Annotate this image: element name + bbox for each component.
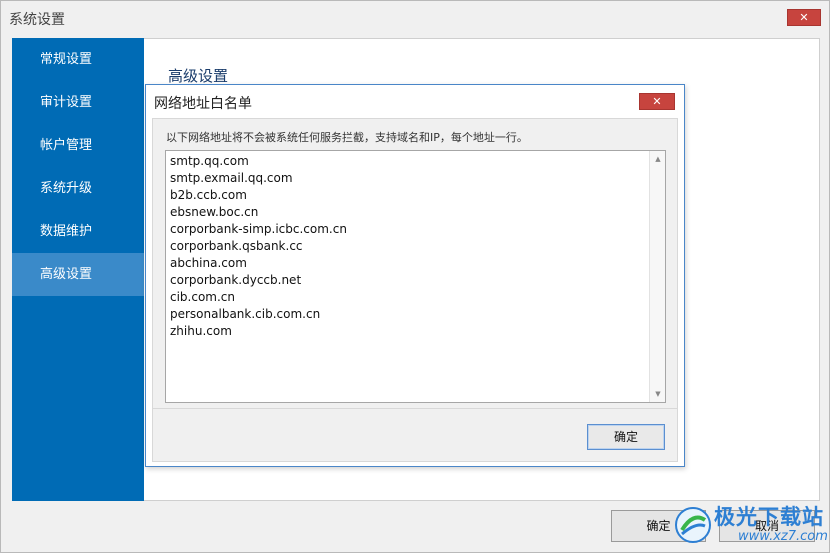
- address-line: zhihu.com: [170, 324, 232, 338]
- sidebar: 常规设置 审计设置 帐户管理 系统升级 数据维护 高级设置: [12, 38, 144, 501]
- watermark-url: www.xz7.com: [738, 529, 828, 544]
- dialog-description: 以下网络地址将不会被系统任何服务拦截，支持域名和IP，每个地址一行。: [166, 131, 528, 144]
- address-line: b2b.ccb.com: [170, 188, 247, 202]
- page-title: 高级设置: [168, 67, 229, 85]
- address-line: corporbank-simp.icbc.com.cn: [170, 222, 347, 236]
- watermark: 极光下载站 www.xz7.com: [672, 498, 828, 552]
- address-line: cib.com.cn: [170, 290, 236, 304]
- dialog-divider: [153, 408, 677, 409]
- window-close-button[interactable]: ✕: [787, 9, 821, 26]
- sidebar-item-data-maintenance[interactable]: 数据维护: [12, 210, 144, 253]
- address-line: smtp.qq.com: [170, 154, 249, 168]
- sidebar-item-upgrade[interactable]: 系统升级: [12, 167, 144, 210]
- address-textarea[interactable]: smtp.qq.com smtp.exmail.qq.com b2b.ccb.c…: [165, 150, 666, 403]
- watermark-text: 极光下载站: [714, 505, 824, 529]
- window-title: 系统设置: [9, 12, 65, 28]
- sidebar-item-general[interactable]: 常规设置: [12, 38, 144, 81]
- watermark-logo-icon: [675, 507, 711, 543]
- dialog-body: 以下网络地址将不会被系统任何服务拦截，支持域名和IP，每个地址一行。 smtp.…: [152, 118, 678, 462]
- address-line: abchina.com: [170, 256, 247, 270]
- dialog-confirm-button[interactable]: 确定: [587, 424, 665, 450]
- address-line: personalbank.cib.com.cn: [170, 307, 321, 321]
- sidebar-item-accounts[interactable]: 帐户管理: [12, 124, 144, 167]
- address-line: corporbank.dyccb.net: [170, 273, 302, 287]
- dialog-title: 网络地址白名单: [154, 96, 252, 112]
- address-line: ebsnew.boc.cn: [170, 205, 259, 219]
- address-line: smtp.exmail.qq.com: [170, 171, 293, 185]
- sidebar-item-advanced[interactable]: 高级设置: [12, 253, 144, 296]
- address-line: corporbank.qsbank.cc: [170, 239, 303, 253]
- dialog-close-button[interactable]: ✕: [639, 93, 675, 110]
- sidebar-item-audit[interactable]: 审计设置: [12, 81, 144, 124]
- textarea-scrollbar[interactable]: ▲ ▼: [649, 151, 665, 402]
- scroll-up-icon[interactable]: ▲: [650, 152, 666, 166]
- address-list: smtp.qq.com smtp.exmail.qq.com b2b.ccb.c…: [170, 153, 347, 340]
- whitelist-dialog: 网络地址白名单 ✕ 以下网络地址将不会被系统任何服务拦截，支持域名和IP，每个地…: [145, 84, 685, 467]
- scroll-down-icon[interactable]: ▼: [650, 387, 666, 401]
